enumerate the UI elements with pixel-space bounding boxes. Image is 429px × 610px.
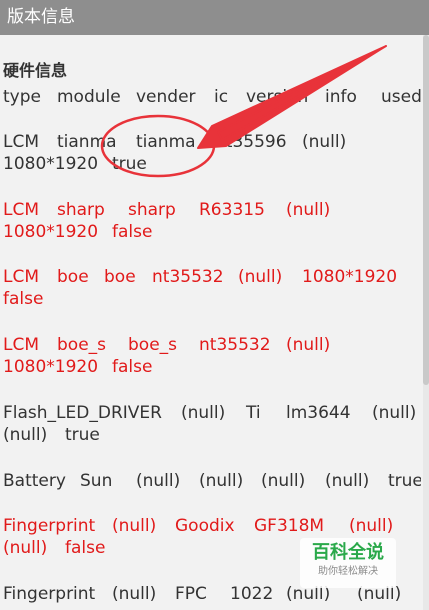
window-title: 版本信息 <box>7 7 75 27</box>
hardware-entry: Battery Sun (null) (null) (null) (null) … <box>3 470 421 492</box>
hardware-entry: LCM boe boe nt35532 (null) 1080*1920 fal… <box>3 266 421 310</box>
watermark-logo: 百科全说 助你轻松解决 <box>300 538 396 588</box>
entry-value: LCM <box>3 335 40 355</box>
entry-value: Flash_LED_DRIVER <box>3 403 162 423</box>
entry-value: LCM <box>3 132 40 152</box>
entry-line: Battery Sun (null) (null) (null) (null) … <box>3 470 421 492</box>
entry-value: GF318M <box>254 516 325 536</box>
entry-value: sharp <box>57 200 105 220</box>
entry-value: Fingerprint <box>3 584 96 604</box>
entry-value: Battery <box>3 471 66 491</box>
entry-value: true <box>65 425 100 445</box>
entry-line: 1080*1920 false <box>3 356 421 378</box>
entry-line: LCM sharp sharp R63315 (null) <box>3 199 421 221</box>
entry-value: (null) <box>3 425 48 445</box>
title-bar: 版本信息 <box>0 0 429 35</box>
entry-value: 1080*1920 <box>3 222 99 242</box>
entry-value: tianma <box>136 132 196 152</box>
entry-value: (null) <box>199 471 244 491</box>
entry-value: (null) <box>238 267 283 287</box>
entry-value: Goodix <box>175 516 235 536</box>
entry-value: nt35596 <box>215 132 287 152</box>
hardware-entry: LCM sharp sharp R63315 (null) 1080*1920 … <box>3 199 421 243</box>
entry-value: 1080*1920 <box>3 154 99 174</box>
column-header-ic: ic <box>214 87 229 107</box>
entry-value: Sun <box>80 471 113 491</box>
entry-value: 1022 <box>230 584 274 604</box>
hardware-entry: Flash_LED_DRIVER (null) Ti lm3644 (null)… <box>3 402 421 446</box>
column-header-used: used <box>381 87 421 107</box>
entry-line: 1080*1920 false <box>3 221 421 243</box>
entry-value: 1080*1920 <box>3 357 99 377</box>
entry-value: FPC <box>175 584 207 604</box>
entry-value: false <box>112 357 153 377</box>
entry-line: LCM boe boe nt35532 (null) 1080*1920 <box>3 266 421 288</box>
entry-value: lm3644 <box>286 403 351 423</box>
entry-value: false <box>3 289 44 309</box>
entry-value: 1080*1920 <box>302 267 398 287</box>
watermark-tagline: 助你轻松解决 <box>318 566 378 577</box>
hardware-info-panel[interactable]: 硬件信息 type module vender ic version info … <box>0 35 421 610</box>
column-header-type: type <box>3 87 41 107</box>
entry-value: nt35532 <box>152 267 224 287</box>
column-header-version: version <box>246 87 309 107</box>
hardware-entry: LCM tianma tianma nt35596 (null) 1080*19… <box>3 131 421 175</box>
entry-value: true <box>388 471 421 491</box>
entry-value: LCM <box>3 200 40 220</box>
entry-value: false <box>65 538 106 558</box>
column-header-info: info <box>325 87 357 107</box>
entry-line: LCM tianma tianma nt35596 (null) <box>3 131 421 153</box>
entry-value: (null) <box>261 471 306 491</box>
column-header-vender: vender <box>136 87 196 107</box>
scrollbar[interactable] <box>423 35 429 610</box>
entry-value: Fingerprint <box>3 516 96 536</box>
entry-value: (null) <box>112 584 157 604</box>
column-header-row: type module vender ic version info used <box>0 86 421 110</box>
entry-line: Fingerprint (null) Goodix GF318M (null) <box>3 515 421 537</box>
entry-value: (null) <box>349 516 394 536</box>
entry-value: sharp <box>128 200 176 220</box>
column-header-module: module <box>57 87 121 107</box>
entry-value: (null) <box>302 132 347 152</box>
entry-value: nt35532 <box>199 335 271 355</box>
entry-value: (null) <box>3 538 48 558</box>
entry-value: boe_s <box>128 335 178 355</box>
scrollbar-thumb[interactable] <box>423 35 429 385</box>
entry-value: tianma <box>57 132 117 152</box>
entry-value: (null) <box>286 200 331 220</box>
entry-value: (null) <box>325 471 370 491</box>
entry-value: boe_s <box>57 335 107 355</box>
entry-line: Flash_LED_DRIVER (null) Ti lm3644 (null) <box>3 402 421 424</box>
entry-value: (null) <box>181 403 226 423</box>
entry-value: true <box>112 154 147 174</box>
hardware-entry: LCM boe_s boe_s nt35532 (null) 1080*1920… <box>3 334 421 378</box>
watermark-brand: 百科全说 <box>312 542 384 563</box>
entry-line: false <box>3 288 421 310</box>
entry-value: (null) <box>136 471 181 491</box>
entry-value: (null) <box>112 516 157 536</box>
entry-value: LCM <box>3 267 40 287</box>
entry-value: R63315 <box>199 200 265 220</box>
entry-value: (null) <box>286 335 331 355</box>
entry-value: boe <box>104 267 136 287</box>
entry-line: 1080*1920 true <box>3 153 421 175</box>
entry-line: (null) true <box>3 424 421 446</box>
entry-value: boe <box>57 267 89 287</box>
section-heading: 硬件信息 <box>3 61 68 80</box>
entry-value: false <box>112 222 153 242</box>
entry-line: LCM boe_s boe_s nt35532 (null) <box>3 334 421 356</box>
entry-value: (null) <box>372 403 417 423</box>
entry-value: Ti <box>246 403 261 423</box>
